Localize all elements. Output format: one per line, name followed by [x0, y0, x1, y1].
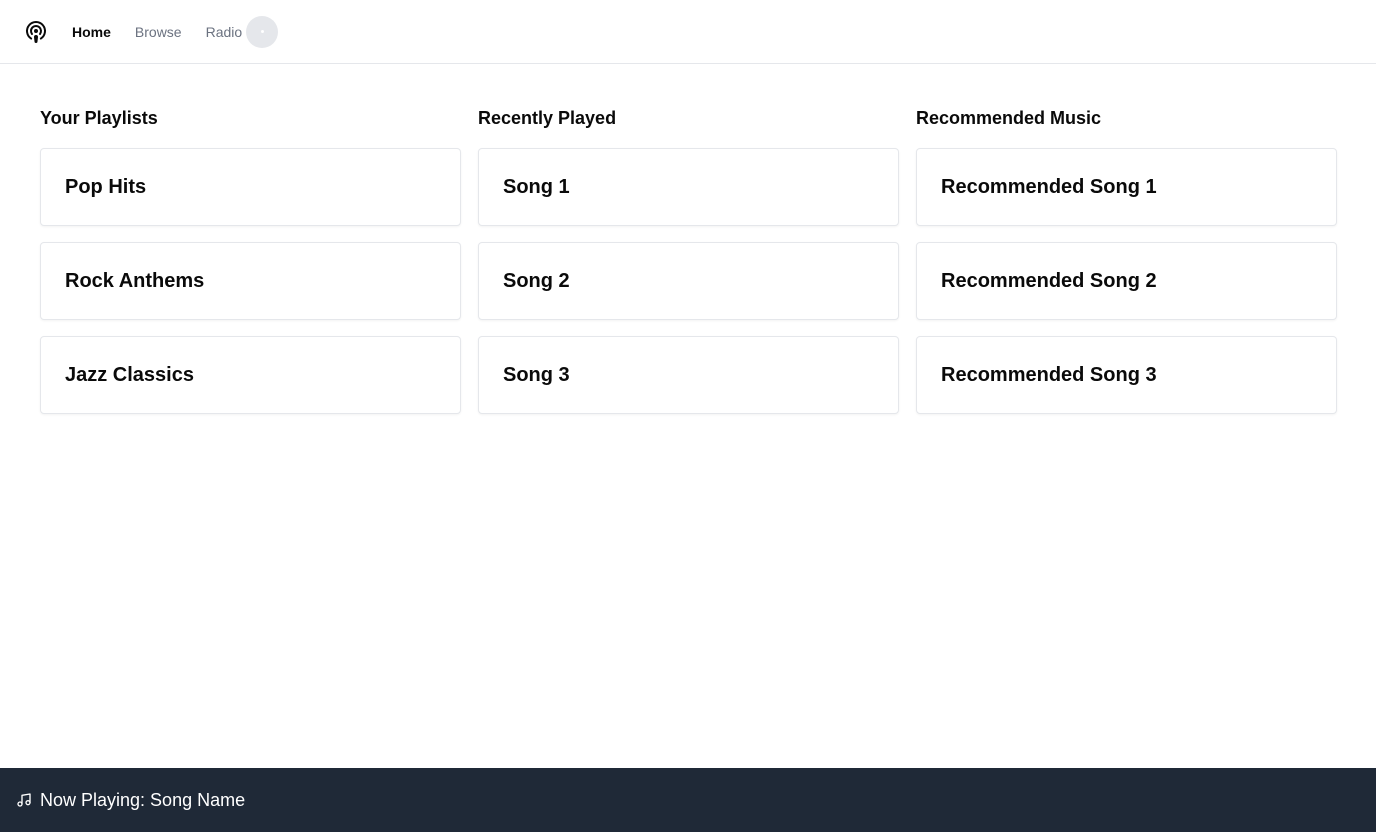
song-title: Song 2	[503, 270, 570, 292]
recent-song-card[interactable]: Song 3	[478, 336, 899, 414]
recommended-song-card[interactable]: Recommended Song 3	[916, 336, 1337, 414]
avatar-placeholder-dot	[260, 30, 264, 33]
recent-song-card[interactable]: Song 2	[478, 242, 899, 320]
playlists-heading: Your Playlists	[40, 108, 158, 128]
now-playing-bar: Now Playing: Song Name	[0, 768, 1376, 832]
recommended-heading: Recommended Music	[916, 108, 1102, 128]
playlist-title: Pop Hits	[65, 176, 147, 198]
song-title: Recommended Song 3	[941, 364, 1157, 386]
music-note-icon	[16, 792, 32, 808]
nav-browse-link[interactable]: Browse	[135, 22, 182, 42]
playlist-card[interactable]: Pop Hits	[40, 148, 461, 226]
song-title: Recommended Song 1	[941, 176, 1157, 198]
main-content: Your Playlists Pop Hits Rock Anthems Jaz…	[40, 104, 1337, 430]
song-title: Recommended Song 2	[941, 270, 1157, 292]
main-nav: Home Browse Radio	[72, 0, 279, 63]
song-title: Song 1	[503, 176, 570, 198]
recent-song-card[interactable]: Song 1	[478, 148, 899, 226]
top-navigation-bar: Home Browse Radio	[0, 0, 1376, 64]
recently-played-section: Recently Played Song 1 Song 2 Song 3	[478, 104, 899, 430]
nav-radio-link[interactable]: Radio	[206, 22, 243, 42]
recommended-song-card[interactable]: Recommended Song 1	[916, 148, 1337, 226]
playlist-title: Jazz Classics	[65, 364, 194, 386]
playlists-section: Your Playlists Pop Hits Rock Anthems Jaz…	[40, 104, 461, 430]
recently-played-heading: Recently Played	[478, 108, 617, 128]
now-playing-text: Now Playing: Song Name	[40, 790, 246, 810]
playlist-card[interactable]: Rock Anthems	[40, 242, 461, 320]
playlist-card[interactable]: Jazz Classics	[40, 336, 461, 414]
nav-home-link[interactable]: Home	[72, 22, 111, 42]
recommended-section: Recommended Music Recommended Song 1 Rec…	[916, 104, 1337, 430]
recommended-song-card[interactable]: Recommended Song 2	[916, 242, 1337, 320]
song-title: Song 3	[503, 364, 570, 386]
avatar[interactable]	[246, 15, 279, 48]
playlist-title: Rock Anthems	[65, 270, 205, 292]
podcast-icon[interactable]	[24, 20, 48, 44]
